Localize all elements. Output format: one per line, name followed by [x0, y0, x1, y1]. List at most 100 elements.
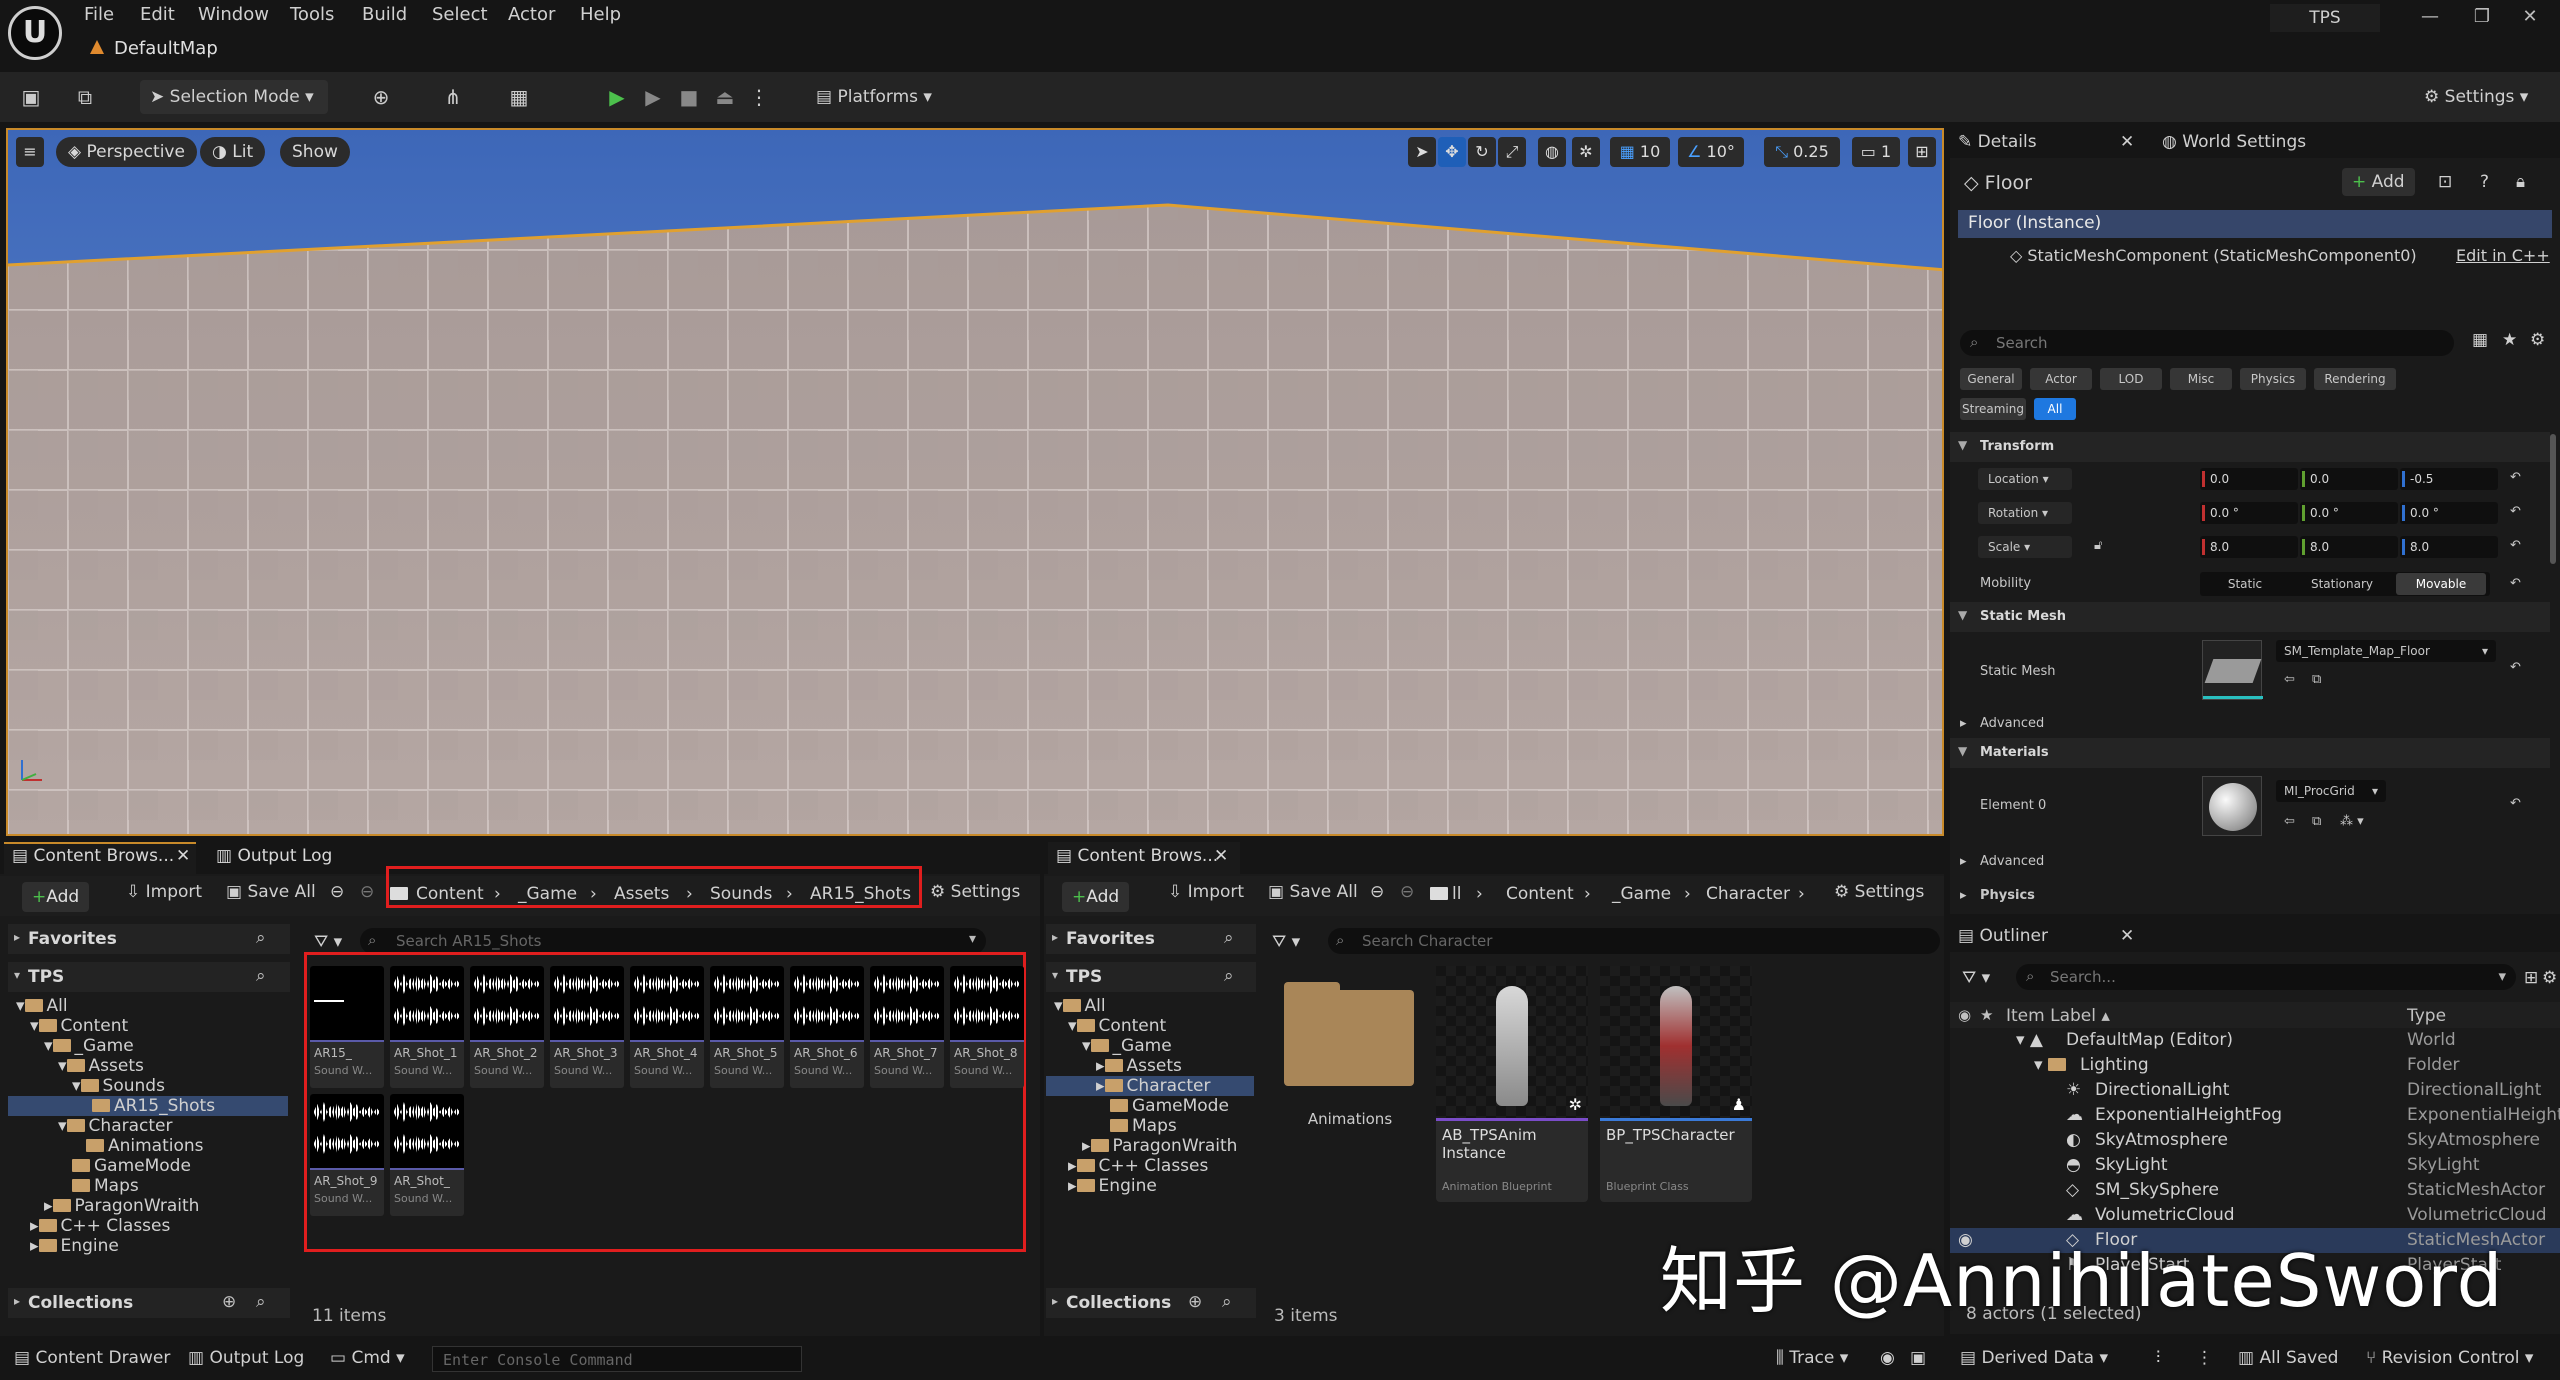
- selection-mode-button[interactable]: ➤ Selection Mode ▾: [140, 80, 328, 114]
- pin-column-icon[interactable]: ★: [1980, 1006, 1993, 1024]
- physics-section[interactable]: Physics: [1980, 888, 2035, 903]
- grid-snap-button[interactable]: ▦ 10: [1610, 137, 1670, 167]
- reset-mobility-icon[interactable]: ↶: [2510, 576, 2521, 591]
- cb2-import-button[interactable]: ⇩ Import: [1168, 882, 1244, 902]
- filter-rendering[interactable]: Rendering: [2314, 368, 2396, 390]
- item-label-column[interactable]: Item Label ▴: [2006, 1006, 2110, 1026]
- trace-button[interactable]: ⫼ Trace ▾: [1776, 1348, 1848, 1368]
- tree-item[interactable]: ▸ C++ Classes: [30, 1216, 170, 1236]
- rotation-snap-button[interactable]: ∠ 10°: [1678, 137, 1744, 167]
- tree-item[interactable]: ▸ ParagonWraith: [1082, 1136, 1237, 1156]
- tree-item[interactable]: GameMode: [1110, 1096, 1229, 1116]
- material-options-icon[interactable]: ⁂ ▾: [2340, 814, 2364, 829]
- close-details-icon[interactable]: ✕: [2120, 132, 2134, 152]
- outliner-row[interactable]: ◇ SM_SkySphere StaticMeshActor: [1950, 1178, 2560, 1203]
- cb2-add-button[interactable]: +Add: [1062, 882, 1130, 912]
- filter-general[interactable]: General: [1960, 368, 2022, 390]
- screenshot-icon[interactable]: ▣: [1910, 1348, 1926, 1368]
- close-outliner-icon[interactable]: ✕: [2120, 926, 2134, 946]
- tree-item[interactable]: ▾ All: [16, 996, 68, 1016]
- collapse-transform-icon[interactable]: ▼: [1958, 438, 1967, 452]
- menu-file[interactable]: File: [84, 4, 114, 25]
- cb1-save-all-button[interactable]: ▣ Save All: [226, 882, 316, 902]
- save-icon[interactable]: ▣: [18, 84, 44, 110]
- menu-actor[interactable]: Actor: [508, 4, 555, 25]
- cb1-add-collection-icon[interactable]: ⊕: [222, 1292, 236, 1312]
- level-viewport[interactable]: ≡ ◈ Perspective ◑ Lit Show ➤ ✥ ↻ ⤢ ◍ ✲ ▦…: [6, 128, 1944, 836]
- collapse-static-mesh-icon[interactable]: ▼: [1958, 608, 1967, 622]
- tree-item[interactable]: ▾ Content: [1068, 1016, 1166, 1036]
- cb1-tps-search-icon[interactable]: ⌕: [256, 966, 266, 986]
- tree-item[interactable]: ▸ C++ Classes: [1068, 1156, 1208, 1176]
- location-y-field[interactable]: 0.0: [2300, 468, 2398, 490]
- advanced-materials-label[interactable]: Advanced: [1980, 854, 2044, 869]
- tree-item[interactable]: Maps: [72, 1176, 139, 1196]
- cb2-breadcrumb[interactable]: Character: [1706, 884, 1790, 904]
- mobility-stationary[interactable]: Stationary: [2290, 573, 2394, 595]
- unreal-logo-icon[interactable]: [8, 6, 62, 60]
- filter-lod[interactable]: LOD: [2100, 368, 2162, 390]
- menu-edit[interactable]: Edit: [140, 4, 175, 25]
- cb2-folder-animations[interactable]: Animations: [1280, 982, 1420, 1138]
- static-mesh-thumbnail[interactable]: [2202, 640, 2263, 700]
- component-row[interactable]: ◇ StaticMeshComponent (StaticMeshCompone…: [2010, 246, 2417, 265]
- cb1-search-input[interactable]: ⌕ Search AR15_Shots ▾: [360, 928, 986, 954]
- tab-world-settings[interactable]: ◍ World Settings: [2162, 132, 2306, 152]
- reset-mesh-icon[interactable]: ↶: [2510, 660, 2521, 675]
- reset-scale-icon[interactable]: ↶: [2510, 538, 2521, 553]
- tree-item[interactable]: ▾ _Game: [44, 1036, 134, 1056]
- sound-wave-asset[interactable]: AR_Shot_9 Sound W...: [310, 1094, 384, 1216]
- outliner-filter-icon[interactable]: ⛛ ▾: [1962, 968, 1990, 988]
- tree-item[interactable]: ▾ Sounds: [72, 1076, 165, 1096]
- cb2-favorites-search-icon[interactable]: ⌕: [1224, 928, 1234, 948]
- mobility-static[interactable]: Static: [2200, 573, 2290, 595]
- outliner-row[interactable]: ☁ ExponentialHeightFog ExponentialHeightF: [1950, 1103, 2560, 1128]
- filter-all[interactable]: All: [2034, 398, 2076, 420]
- scale-y-field[interactable]: 8.0: [2300, 536, 2398, 558]
- cb1-favorites-section[interactable]: Favorites: [8, 924, 290, 954]
- cb2-filter-icon[interactable]: ⛛ ▾: [1272, 932, 1300, 952]
- filter-physics[interactable]: Physics: [2240, 368, 2306, 390]
- tree-item[interactable]: ▾ Content: [30, 1016, 128, 1036]
- expand-physics-icon[interactable]: ▸: [1960, 888, 1967, 903]
- tree-item[interactable]: GameMode: [72, 1156, 191, 1176]
- help-icon[interactable]: ?: [2480, 172, 2489, 192]
- filter-actor[interactable]: Actor: [2030, 368, 2092, 390]
- cb2-add-collection-icon[interactable]: ⊕: [1188, 1292, 1202, 1312]
- sound-wave-asset[interactable]: AR_Shot_1 Sound W...: [390, 966, 464, 1088]
- table-view-icon[interactable]: ▦: [2472, 330, 2488, 350]
- add-actor-icon[interactable]: ⊕: [368, 84, 394, 110]
- surface-snap-icon[interactable]: ✲: [1572, 137, 1600, 167]
- revision-control-button[interactable]: ⑂ Revision Control ▾: [2366, 1348, 2533, 1368]
- cb2-back-icon[interactable]: ⊖: [1370, 882, 1384, 902]
- eject-icon[interactable]: ⏏: [712, 84, 738, 110]
- cb1-import-button[interactable]: ⇩ Import: [126, 882, 202, 902]
- cb2-tab-label[interactable]: ▤ Content Brows...: [1056, 846, 1218, 866]
- settings-button[interactable]: ⚙ Settings ▾: [2414, 80, 2538, 114]
- sound-wave-asset[interactable]: AR_Shot_4 Sound W...: [630, 966, 704, 1088]
- move-tool-icon[interactable]: ✥: [1438, 137, 1466, 167]
- cb1-tps-section[interactable]: TPS: [8, 962, 290, 992]
- cb2-save-all-button[interactable]: ▣ Save All: [1268, 882, 1358, 902]
- browse-asset-icon[interactable]: ⧉: [2312, 672, 2321, 687]
- collapse-materials-icon[interactable]: ▼: [1958, 744, 1967, 758]
- materials-section[interactable]: Materials: [1950, 738, 2550, 768]
- material-thumbnail[interactable]: [2202, 776, 2262, 836]
- tree-item-selected[interactable]: AR15_Shots: [8, 1096, 288, 1116]
- close-cb1-icon[interactable]: ✕: [176, 846, 190, 866]
- advanced-label[interactable]: Advanced: [1980, 716, 2044, 731]
- show-button[interactable]: Show: [280, 137, 350, 167]
- menu-window[interactable]: Window: [198, 4, 269, 25]
- menu-build[interactable]: Build: [362, 4, 407, 25]
- reset-location-icon[interactable]: ↶: [2510, 470, 2521, 485]
- rotation-y-field[interactable]: 0.0 °: [2300, 502, 2398, 524]
- rotation-dropdown[interactable]: Rotation ▾: [1978, 502, 2072, 524]
- record-icon[interactable]: ◉: [1880, 1348, 1895, 1368]
- transform-section[interactable]: Transform: [1950, 432, 2550, 462]
- select-tool-icon[interactable]: ➤: [1408, 137, 1436, 167]
- scale-z-field[interactable]: 8.0: [2400, 536, 2498, 558]
- static-mesh-picker[interactable]: SM_Template_Map_Floor ▾: [2276, 640, 2496, 662]
- rotation-x-field[interactable]: 0.0 °: [2200, 502, 2298, 524]
- scale-x-field[interactable]: 8.0: [2200, 536, 2298, 558]
- location-x-field[interactable]: 0.0: [2200, 468, 2298, 490]
